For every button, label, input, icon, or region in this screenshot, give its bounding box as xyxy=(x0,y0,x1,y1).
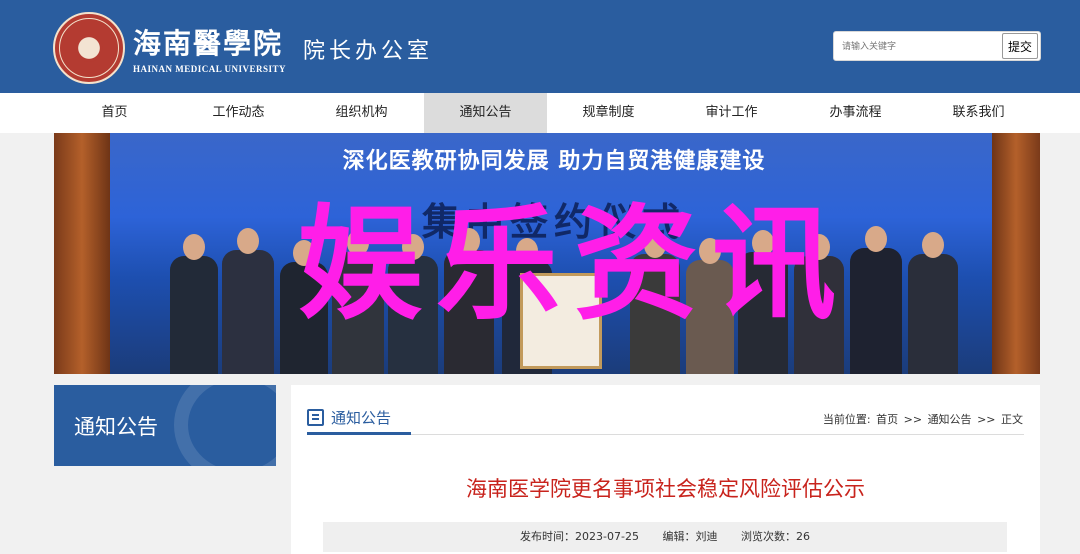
breadcrumb-notices[interactable]: 通知公告 xyxy=(928,413,972,426)
nav-item-notices[interactable]: 通知公告 xyxy=(424,93,547,133)
section-title: 通知公告 xyxy=(331,409,392,427)
site-header: 海南醫學院 HAINAN MEDICAL UNIVERSITY 院长办公室 提交 xyxy=(0,0,1080,93)
nav-item-procedures[interactable]: 办事流程 xyxy=(794,93,917,133)
section-header: 通知公告 当前位置: 首页 >> 通知公告 >> 正文 xyxy=(307,405,1024,435)
breadcrumb-home[interactable]: 首页 xyxy=(876,413,898,426)
breadcrumb-separator: >> xyxy=(977,413,996,426)
document-icon xyxy=(307,409,324,426)
article-title: 海南医学院更名事项社会稳定风险评估公示 xyxy=(466,477,865,501)
school-name-en: HAINAN MEDICAL UNIVERSITY xyxy=(133,64,287,74)
nav-item-audit[interactable]: 审计工作 xyxy=(670,93,793,133)
publish-date: 发布时间：2023-07-25 xyxy=(520,530,639,543)
nav-item-organization[interactable]: 组织机构 xyxy=(300,93,423,133)
view-count: 浏览次数：26 xyxy=(740,530,810,543)
university-seal-logo[interactable] xyxy=(53,12,125,84)
breadcrumb-separator: >> xyxy=(903,413,923,426)
article-meta: 发布时间：2023-07-25 编辑：刘迪 浏览次数：26 xyxy=(323,522,1007,552)
department-name: 院长办公室 xyxy=(303,39,434,64)
search-submit-button[interactable]: 提交 xyxy=(1002,33,1038,59)
banner-title: 深化医教研协同发展 助力自贸港健康建设 xyxy=(342,149,766,174)
breadcrumb: 当前位置: 首页 >> 通知公告 >> 正文 xyxy=(822,411,1024,427)
sidebar-title: 通知公告 xyxy=(74,415,158,439)
section-title-underline xyxy=(307,432,411,435)
breadcrumb-current: 正文 xyxy=(1001,413,1023,426)
nav-item-home[interactable]: 首页 xyxy=(53,93,176,133)
main-content: 通知公告 当前位置: 首页 >> 通知公告 >> 正文 海南医学院更名事项社会稳… xyxy=(291,385,1040,554)
search-box: 提交 xyxy=(833,31,1041,61)
editor: 编辑：刘迪 xyxy=(662,530,718,543)
main-nav: 首页 工作动态 组织机构 通知公告 规章制度 审计工作 办事流程 联系我们 xyxy=(0,93,1080,133)
banner-image[interactable]: 深化医教研协同发展 助力自贸港健康建设 集中签约仪式 娱乐资讯 xyxy=(54,133,1040,374)
sidebar-category: 通知公告 xyxy=(54,385,276,466)
nav-item-regulations[interactable]: 规章制度 xyxy=(547,93,670,133)
seal-center xyxy=(75,34,103,62)
nav-item-work-news[interactable]: 工作动态 xyxy=(177,93,300,133)
school-name-cn: 海南醫學院 xyxy=(133,27,284,60)
breadcrumb-prefix: 当前位置: xyxy=(822,413,871,426)
search-input[interactable] xyxy=(842,38,1002,56)
stage-curtain-left xyxy=(54,133,110,374)
nav-item-contact[interactable]: 联系我们 xyxy=(917,93,1040,133)
stage-curtain-right xyxy=(992,133,1040,374)
decorative-swoosh xyxy=(174,385,276,466)
overlay-watermark-text: 娱乐资讯 xyxy=(297,193,850,337)
